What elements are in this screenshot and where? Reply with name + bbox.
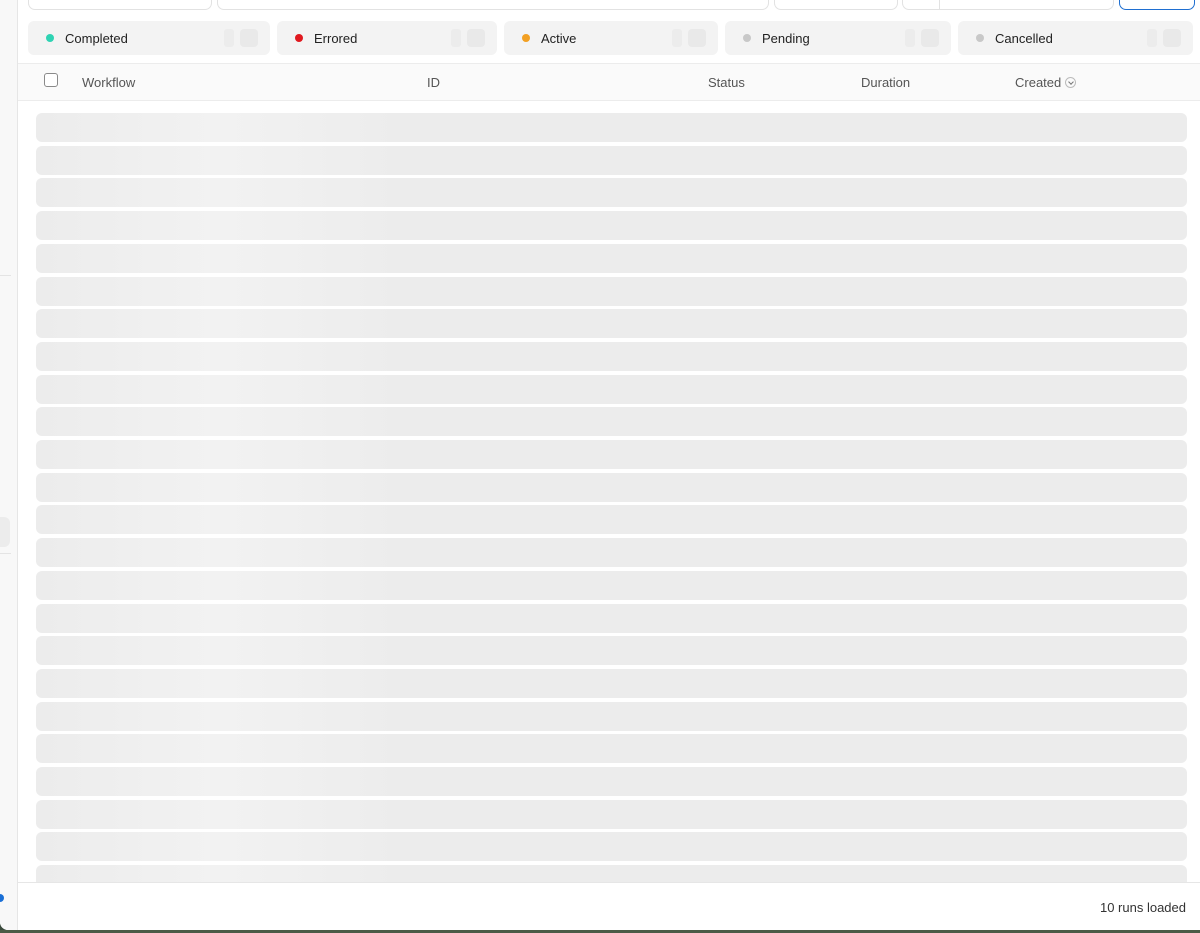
skeleton-row — [36, 472, 1187, 502]
skeleton-row — [36, 636, 1187, 666]
notification-dot — [0, 894, 4, 902]
column-header-workflow[interactable]: Workflow — [82, 75, 135, 90]
primary-action-button[interactable] — [1119, 0, 1195, 10]
select-all-checkbox[interactable] — [44, 73, 58, 87]
status-dot-icon — [46, 34, 54, 42]
search-input[interactable] — [217, 0, 769, 10]
status-dot-icon — [976, 34, 984, 42]
sidebar — [0, 0, 18, 930]
sidebar-divider — [0, 275, 11, 276]
skeleton-row — [36, 374, 1187, 404]
count-placeholder — [467, 29, 485, 47]
skeleton-row — [36, 145, 1187, 175]
toolbar-filter-field[interactable] — [28, 0, 212, 10]
skeleton-row — [36, 767, 1187, 796]
skeleton-row — [36, 832, 1187, 862]
skeleton-row — [36, 668, 1187, 698]
status-dot-icon — [743, 34, 751, 42]
status-dot-icon — [522, 34, 530, 42]
count-placeholder — [905, 29, 915, 47]
skeleton-row — [36, 570, 1187, 600]
table-body-loading — [36, 113, 1187, 883]
skeleton-row — [36, 505, 1187, 535]
column-header-status[interactable]: Status — [708, 75, 745, 90]
skeleton-row — [36, 603, 1187, 633]
count-placeholder — [1163, 29, 1181, 47]
count-placeholder — [921, 29, 939, 47]
status-filter-completed[interactable]: Completed — [28, 21, 270, 55]
status-dot-icon — [295, 34, 303, 42]
status-filter-label: Errored — [314, 30, 358, 46]
status-filter-errored[interactable]: Errored — [277, 21, 497, 55]
skeleton-row — [36, 701, 1187, 731]
runs-loaded-status: 10 runs loaded — [1099, 900, 1186, 915]
skeleton-row — [36, 734, 1187, 764]
skeleton-row — [36, 799, 1187, 829]
count-placeholder — [672, 29, 682, 47]
skeleton-row — [36, 276, 1187, 306]
column-header-created-label: Created — [1015, 75, 1062, 90]
status-filter-label: Active — [541, 30, 577, 46]
count-placeholder — [224, 29, 234, 47]
skeleton-row — [36, 113, 1187, 142]
column-header-duration[interactable]: Duration — [861, 75, 910, 90]
skeleton-row — [36, 440, 1187, 469]
skeleton-row — [36, 341, 1187, 371]
count-placeholder — [688, 29, 706, 47]
status-filter-cancelled[interactable]: Cancelled — [958, 21, 1193, 55]
status-filter-label: Completed — [65, 30, 128, 46]
column-header-id[interactable]: ID — [427, 75, 440, 90]
date-range-field[interactable] — [902, 0, 1114, 10]
sidebar-divider — [0, 553, 11, 554]
app-window: Completed Errored Active Pending Cancell… — [0, 0, 1200, 930]
status-filter-label: Cancelled — [995, 30, 1053, 46]
count-placeholder — [1147, 29, 1157, 47]
skeleton-row — [36, 178, 1187, 208]
status-filter-active[interactable]: Active — [504, 21, 718, 55]
skeleton-row — [36, 407, 1187, 437]
skeleton-row — [36, 309, 1187, 339]
chevron-down-icon[interactable] — [1065, 77, 1077, 88]
skeleton-row — [36, 211, 1187, 241]
skeleton-row — [36, 538, 1187, 568]
date-range-divider — [939, 0, 940, 9]
column-header-created[interactable]: Created — [1015, 75, 1077, 90]
count-placeholder — [240, 29, 258, 47]
status-filter-pending[interactable]: Pending — [725, 21, 951, 55]
count-placeholder — [451, 29, 461, 47]
skeleton-row — [36, 243, 1187, 273]
table-header: Workflow ID Status Duration Created — [18, 63, 1200, 101]
sidebar-selected-item[interactable] — [0, 517, 10, 547]
toolbar-dropdown[interactable] — [774, 0, 898, 10]
table-footer: 10 runs loaded — [18, 882, 1200, 930]
status-filter-label: Pending — [762, 30, 810, 46]
skeleton-row — [36, 865, 1187, 883]
